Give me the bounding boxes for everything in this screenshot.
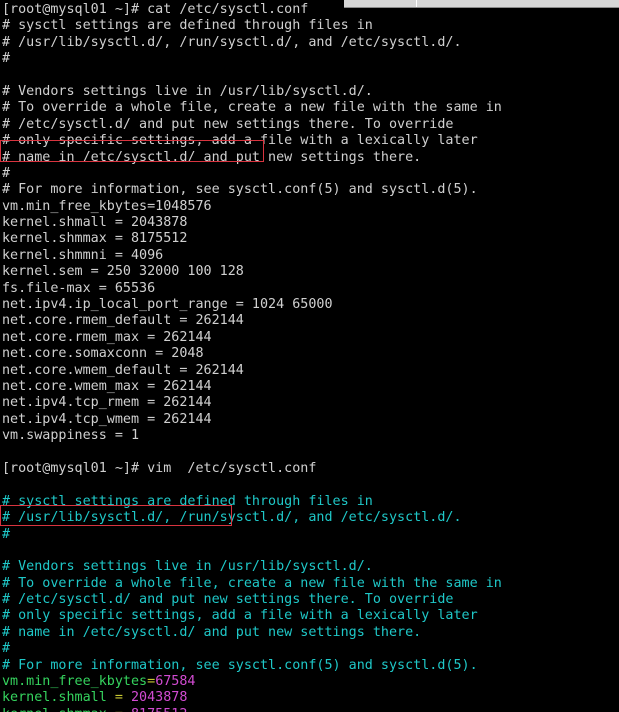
cat-output-line: # name in /etc/sysctl.d/ and put new set… xyxy=(2,149,422,165)
cat-output-line: net.ipv4.tcp_wmem = 262144 xyxy=(2,411,212,427)
cat-output-line: # /usr/lib/sysctl.d/, /run/sysctl.d/, an… xyxy=(2,34,462,50)
cat-output-line: kernel.shmall = 2043878 xyxy=(2,215,188,231)
vim-comment-line: # /etc/sysctl.d/ and put new settings th… xyxy=(2,592,454,608)
vim-comment-line: # only specific settings, add a file wit… xyxy=(2,608,478,624)
vim-setting-equals: = xyxy=(106,690,131,706)
vim-comment-line: # sysctl settings are defined through fi… xyxy=(2,493,373,509)
vim-setting-key: kernel.shmall xyxy=(2,690,107,706)
vim-comment-line: # xyxy=(2,526,11,542)
vim-setting-value: 2043878 xyxy=(131,690,188,706)
cat-output-line: # only specific settings, add a file wit… xyxy=(2,133,478,149)
vim-command-block: [root@mysql01 ~]# vim /etc/sysctl.conf #… xyxy=(0,461,619,712)
cat-output-line: vm.swappiness = 1 xyxy=(2,428,140,444)
cat-output-line: fs.file-max = 65536 xyxy=(2,280,156,296)
cat-output-line: # /etc/sysctl.d/ and put new settings th… xyxy=(2,116,454,132)
cat-output-line: net.ipv4.tcp_rmem = 262144 xyxy=(2,395,212,411)
cat-output-line: kernel.shmmax = 8175512 xyxy=(2,231,188,247)
cat-output-line-min-free-kbytes: vm.min_free_kbytes=1048576 xyxy=(2,198,212,214)
terminal-screen: [root@mysql01 ~]# cat /etc/sysctl.conf #… xyxy=(0,0,619,712)
vim-setting-key: kernel.shmmax xyxy=(2,707,107,712)
cat-output-line: net.core.wmem_default = 262144 xyxy=(2,362,244,378)
vim-comment-line: # /usr/lib/sysctl.d/, /run/sysctl.d/, an… xyxy=(2,510,462,526)
terminal-window[interactable]: [root@mysql01 ~]# cat /etc/sysctl.conf #… xyxy=(0,0,619,712)
cat-output-line: # sysctl settings are defined through fi… xyxy=(2,18,373,34)
vim-setting-row: kernel.shmall = 2043878 xyxy=(0,690,619,706)
vim-setting-key: vm.min_free_kbytes xyxy=(2,674,148,690)
cat-output-line: kernel.shmmni = 4096 xyxy=(2,247,164,263)
cat-output-line: net.core.rmem_max = 262144 xyxy=(2,329,212,345)
vim-setting-value: 67584 xyxy=(155,674,196,690)
shell-prompt-cat: [root@mysql01 ~]# cat /etc/sysctl.conf xyxy=(2,2,309,17)
shell-prompt-vim: [root@mysql01 ~]# vim /etc/sysctl.conf xyxy=(2,460,317,476)
cat-output-line: # xyxy=(2,51,11,67)
vim-setting-equals: = xyxy=(147,674,156,690)
vim-setting-row-min-free-kbytes: vm.min_free_kbytes=67584 xyxy=(0,674,619,690)
cat-output-line: net.core.wmem_max = 262144 xyxy=(2,378,212,394)
cat-output-line: net.core.rmem_default = 262144 xyxy=(2,313,244,329)
vim-comment-line: # name in /etc/sysctl.d/ and put new set… xyxy=(2,624,422,640)
cat-output-line: # To override a whole file, create a new… xyxy=(2,100,502,116)
vim-comment-line: # xyxy=(2,641,11,657)
cat-output-line: net.core.somaxconn = 2048 xyxy=(2,346,204,362)
vim-comment-line: # Vendors settings live in /usr/lib/sysc… xyxy=(2,559,373,575)
cat-output-line: # Vendors settings live in /usr/lib/sysc… xyxy=(2,83,373,99)
vim-comment-line: # For more information, see sysctl.conf(… xyxy=(2,657,478,673)
vim-setting-value: 8175512 xyxy=(131,707,187,712)
vim-comment-line: # To override a whole file, create a new… xyxy=(2,575,502,591)
cat-command-block: [root@mysql01 ~]# cat /etc/sysctl.conf #… xyxy=(0,2,619,445)
cat-output-line: net.ipv4.ip_local_port_range = 1024 6500… xyxy=(2,297,333,313)
cat-output-line: # xyxy=(2,165,11,181)
cat-output-line: # For more information, see sysctl.conf(… xyxy=(2,182,478,198)
vim-setting-row: kernel.shmmax = 8175512 xyxy=(0,707,619,712)
cat-output-line: kernel.sem = 250 32000 100 128 xyxy=(2,264,244,280)
vim-setting-equals: = xyxy=(107,707,131,712)
